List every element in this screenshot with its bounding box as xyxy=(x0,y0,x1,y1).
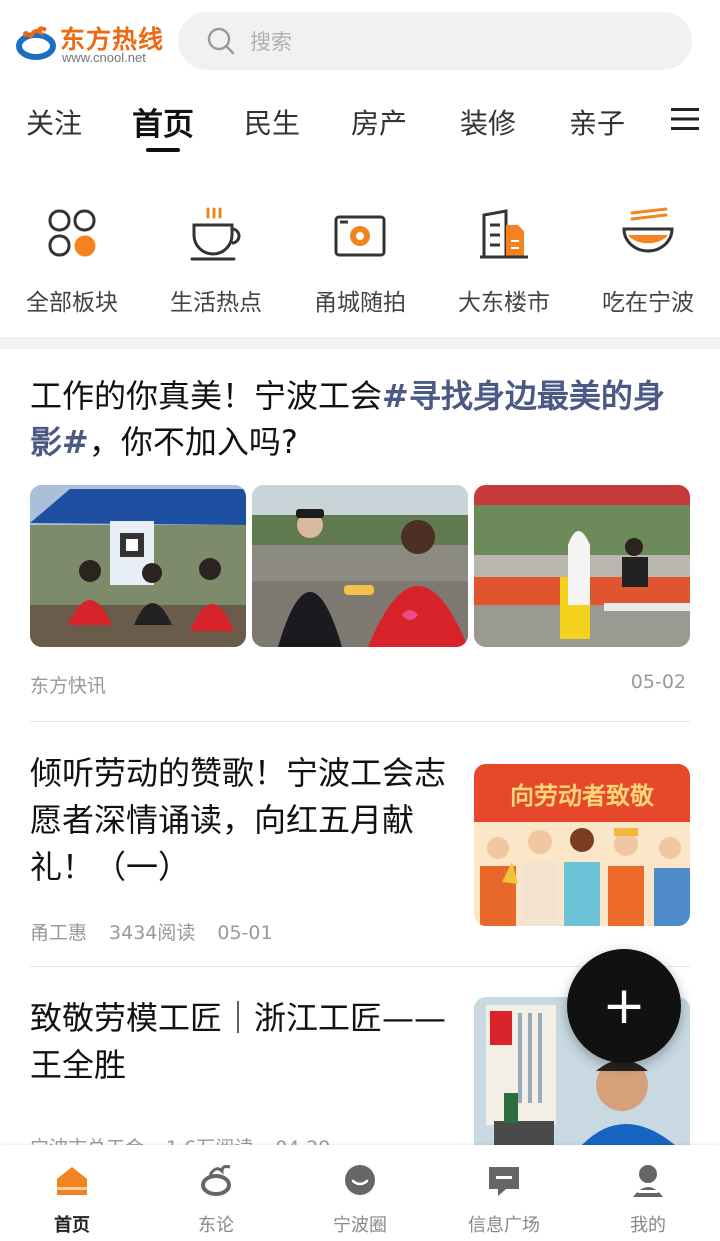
section-divider xyxy=(0,337,720,349)
article-photo[interactable] xyxy=(252,485,468,647)
logo-ring-icon xyxy=(16,26,56,60)
guard-volunteer-photo xyxy=(252,485,468,647)
building-icon xyxy=(480,209,528,259)
tab-parenting[interactable]: 亲子 xyxy=(569,102,625,142)
add-post-button[interactable]: + xyxy=(567,949,681,1063)
tab-follow[interactable]: 关注 xyxy=(26,102,82,142)
nav-home[interactable]: 首页 xyxy=(0,1163,144,1237)
article-title: 致敬劳模工匠｜浙江工匠——王全胜 xyxy=(30,999,447,1084)
article-source[interactable]: 东方快讯 xyxy=(30,671,106,698)
section-label: 全部板块 xyxy=(26,290,118,316)
tab-decoration[interactable]: 装修 xyxy=(460,102,516,142)
article-date: 05-02 xyxy=(630,671,686,693)
nav-info-square[interactable]: 信息广场 xyxy=(432,1163,576,1237)
camera-icon xyxy=(334,215,386,257)
nav-mine[interactable]: 我的 xyxy=(576,1163,720,1237)
section-eat-in-ningbo[interactable]: 吃在宁波 xyxy=(576,195,720,317)
article-photo[interactable] xyxy=(30,485,246,647)
section-life-hotspot[interactable]: 生活热点 xyxy=(144,195,288,317)
coffee-icon xyxy=(190,207,241,261)
message-square-icon xyxy=(489,1167,519,1196)
title-text: 工作的你真美！宁波工会 xyxy=(30,377,383,415)
nav-label: 东论 xyxy=(198,1215,234,1236)
article-reads: 1.6万阅读 xyxy=(166,1137,253,1145)
article-reads: 3434阅读 xyxy=(109,922,196,944)
active-tab-indicator xyxy=(146,148,180,152)
section-label: 甬城随拍 xyxy=(314,290,406,316)
logo-url: www.cnool.net xyxy=(62,50,146,65)
article-thumbnail[interactable]: 向劳动者致敬 xyxy=(474,764,690,926)
grid-icon xyxy=(48,209,96,257)
nav-label: 宁波圈 xyxy=(333,1215,387,1236)
tab-livelihood[interactable]: 民生 xyxy=(244,102,300,142)
article-meta: 甬工惠 3434阅读 05-01 xyxy=(30,918,295,945)
header: 东方热线 www.cnool.net 搜索 xyxy=(0,0,720,84)
section-label: 吃在宁波 xyxy=(602,290,694,316)
nav-discussion[interactable]: 东论 xyxy=(144,1163,288,1237)
nav-label: 我的 xyxy=(630,1215,666,1236)
nav-label: 首页 xyxy=(54,1215,90,1236)
app-logo[interactable]: 东方热线 www.cnool.net xyxy=(14,16,170,68)
section-city-snapshot[interactable]: 甬城随拍 xyxy=(288,195,432,317)
home-icon xyxy=(57,1167,87,1195)
channel-tabs: 关注 首页 民生 房产 装修 亲子 xyxy=(0,84,720,162)
section-shortcuts: 全部板块 生活热点 甬城随拍 大东楼市 吃在宁波 xyxy=(0,195,720,325)
article-title: 倾听劳动的赞歌！宁波工会志愿者深情诵读，向红五月献礼！（一） xyxy=(30,754,447,886)
nav-label: 信息广场 xyxy=(468,1215,540,1236)
testing-station-photo xyxy=(474,485,690,647)
article-source[interactable]: 宁波市总工会 xyxy=(30,1137,144,1145)
article-title: 工作的你真美！宁波工会#寻找身边最美的身影#，你不加入吗? xyxy=(30,373,690,465)
search-icon xyxy=(207,27,235,55)
article-meta: 宁波市总工会 1.6万阅读 04-29 xyxy=(30,1133,352,1145)
tab-property[interactable]: 房产 xyxy=(351,102,407,142)
search-bar[interactable]: 搜索 xyxy=(178,12,692,70)
swirl-icon xyxy=(201,1165,231,1196)
chat-bubble-icon xyxy=(345,1165,375,1195)
article-photo[interactable] xyxy=(474,485,690,647)
search-placeholder: 搜索 xyxy=(250,30,292,54)
article-date: 05-01 xyxy=(217,922,273,944)
labor-poster-thumbnail: 向劳动者致敬 xyxy=(474,764,690,926)
section-all-boards[interactable]: 全部板块 xyxy=(0,195,144,317)
section-property-market[interactable]: 大东楼市 xyxy=(432,195,576,317)
nav-ningbo-circle[interactable]: 宁波圈 xyxy=(288,1163,432,1237)
tab-home[interactable]: 首页 xyxy=(132,99,194,144)
title-text: ，你不加入吗? xyxy=(88,423,298,461)
feed-divider xyxy=(30,721,690,722)
thumb-banner-text: 向劳动者致敬 xyxy=(510,782,655,810)
noodle-bowl-icon xyxy=(622,207,674,253)
user-icon xyxy=(633,1165,663,1197)
menu-icon[interactable] xyxy=(671,107,699,131)
section-label: 大东楼市 xyxy=(458,290,550,316)
volunteers-tent-photo xyxy=(30,485,246,647)
article-source[interactable]: 甬工惠 xyxy=(30,922,87,944)
bottom-nav: 首页 东论 宁波圈 信息广场 我的 xyxy=(0,1145,720,1241)
article-date: 04-29 xyxy=(275,1137,330,1145)
section-label: 生活热点 xyxy=(170,290,262,316)
